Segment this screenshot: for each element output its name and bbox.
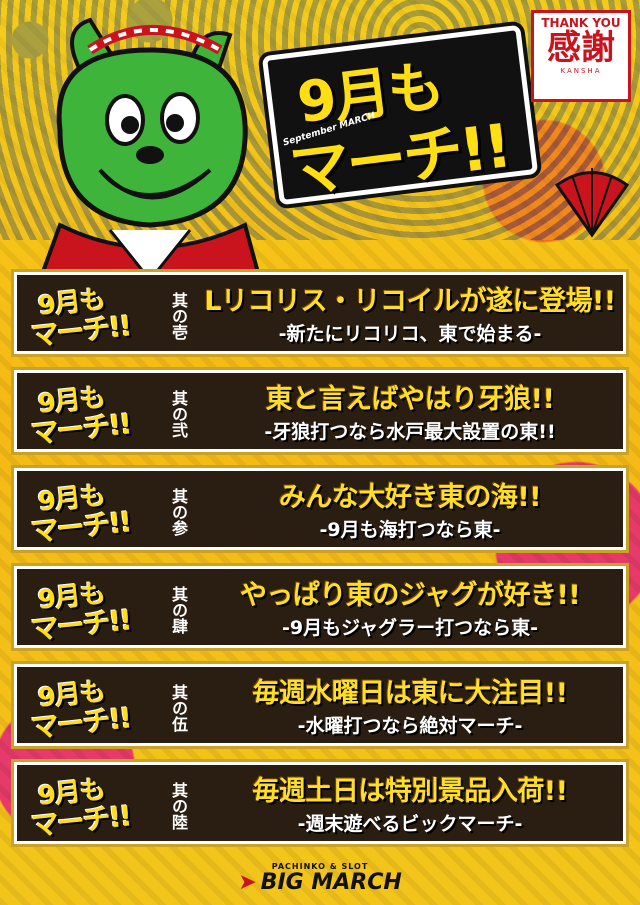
green-mascot-icon	[37, 17, 263, 283]
row-ordinal: 其の参	[169, 488, 188, 536]
row-ordinal: 其の弐	[169, 390, 188, 438]
row-headline: 東と言えばやはり牙狼!!	[265, 384, 555, 415]
brand-mark-icon: ➤	[238, 870, 257, 895]
folding-fan-icon	[552, 160, 632, 240]
row-subline: -水曜打つなら絶対マーチ-	[297, 715, 523, 737]
row-subline: -9月も海打つなら東-	[319, 519, 501, 541]
footer-brand: PACHINKO & SLOT ➤ BIG MARCH	[0, 860, 640, 905]
mascot-illustration	[20, 10, 280, 283]
event-row-3: 9月も マーチ!! 其の参 みんな大好き東の海!! -9月も海打つなら東-	[14, 468, 626, 550]
row-ordinal: 其の肆	[169, 586, 188, 634]
badge-small: KANSHA	[560, 67, 602, 75]
row-subline: -新たにリコリコ、東で始まる-	[278, 323, 542, 345]
row-ordinal: 其の陸	[169, 782, 188, 830]
row-subline: -牙狼打つなら水戸最大設置の東!!	[264, 421, 556, 443]
row-headline: みんな大好き東の海!!	[278, 482, 542, 513]
thank-you-badge: THANK YOU 感謝 KANSHA	[531, 10, 631, 102]
row-ordinal: 其の伍	[169, 684, 188, 732]
mini-logo: 9月も マーチ!!	[22, 569, 148, 647]
row-headline: 毎週水曜日は東に大注目!!	[252, 678, 568, 709]
mini-logo: 9月も マーチ!!	[22, 275, 148, 353]
title-logo: 9月も September MARCH マーチ!!	[261, 24, 539, 208]
event-row-2: 9月も マーチ!! 其の弐 東と言えばやはり牙狼!! -牙狼打つなら水戸最大設置…	[14, 370, 626, 452]
row-headline: 毎週土日は特別景品入荷!!	[252, 776, 568, 807]
event-row-5: 9月も マーチ!! 其の伍 毎週水曜日は東に大注目!! -水曜打つなら絶対マーチ…	[14, 664, 626, 746]
row-headline: やっぱり東のジャグが好き!!	[239, 580, 581, 611]
poster: 9月も September MARCH マーチ!! THANK YOU 感謝 K…	[0, 0, 640, 905]
footer-brand-name: BIG MARCH	[260, 870, 402, 895]
event-row-1: 9月も マーチ!! 其の壱 Lリコリス・リコイルが遂に登場!! -新たにリコリコ…	[14, 272, 626, 354]
footer-logo: ➤ BIG MARCH	[0, 871, 640, 895]
mini-logo: 9月も マーチ!!	[22, 471, 148, 549]
mini-logo: 9月も マーチ!!	[22, 373, 148, 451]
row-subline: -9月もジャグラー打つなら東-	[281, 617, 539, 639]
row-ordinal: 其の壱	[169, 292, 188, 340]
event-row-6: 9月も マーチ!! 其の陸 毎週土日は特別景品入荷!! -週末遊べるビックマーチ…	[14, 762, 626, 844]
event-row-4: 9月も マーチ!! 其の肆 やっぱり東のジャグが好き!! -9月もジャグラー打つ…	[14, 566, 626, 648]
mini-logo: 9月も マーチ!!	[22, 765, 148, 843]
row-subline: -週末遊べるビックマーチ-	[297, 813, 523, 835]
row-headline: Lリコリス・リコイルが遂に登場!!	[204, 286, 616, 317]
badge-jp: 感謝	[547, 28, 615, 68]
mini-logo: 9月も マーチ!!	[22, 667, 148, 745]
